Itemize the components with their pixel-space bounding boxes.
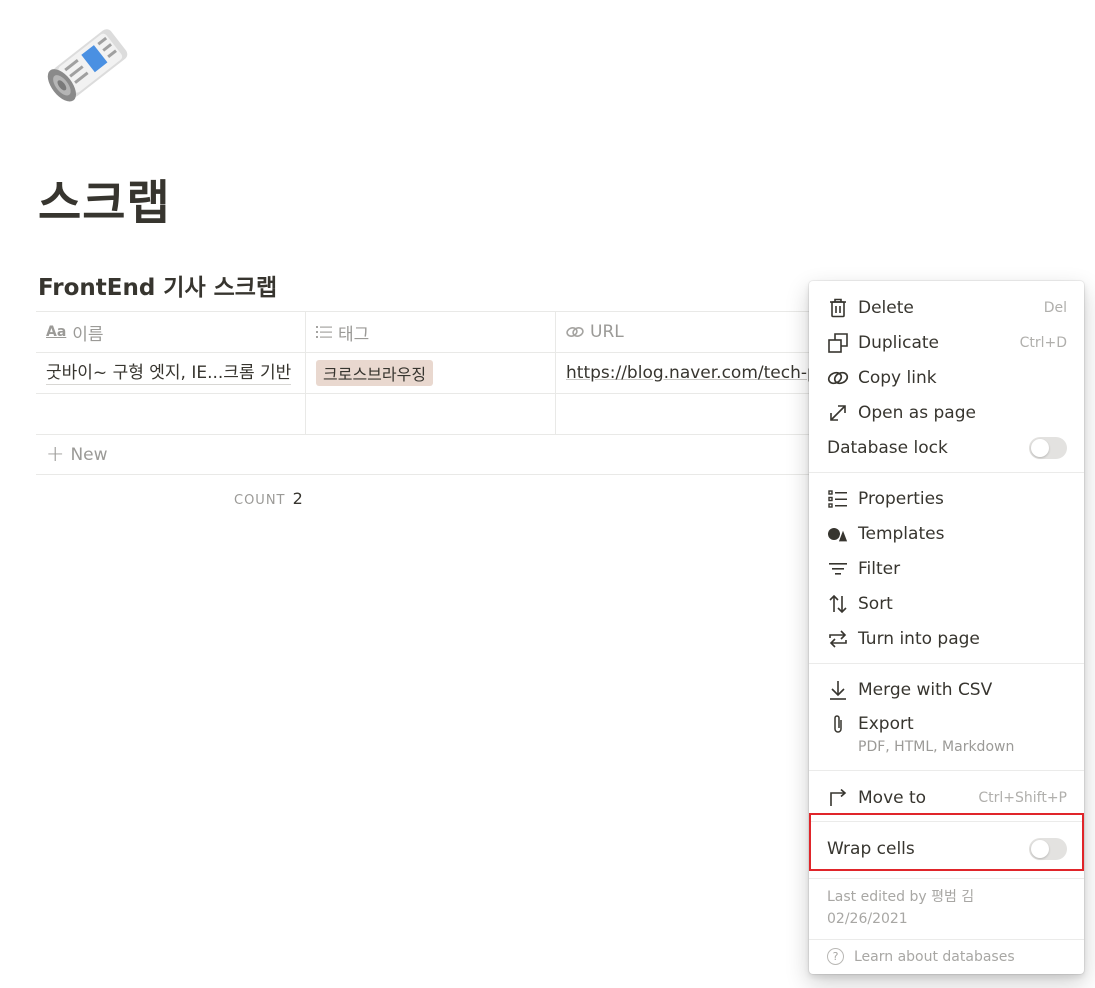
trash-icon <box>827 297 849 319</box>
list-icon <box>316 325 332 339</box>
shortcut-label: Del <box>1043 299 1067 316</box>
menu-divider <box>809 878 1084 879</box>
menu-item-open-as-page[interactable]: Open as page <box>809 395 1084 430</box>
menu-item-copy-link[interactable]: Copy link <box>809 360 1084 395</box>
count-aggregation[interactable]: COUNT 2 <box>234 489 303 508</box>
menu-item-delete[interactable]: Delete Del <box>809 290 1084 325</box>
menu-item-properties[interactable]: Properties <box>809 481 1084 516</box>
new-row-label: New <box>70 444 108 465</box>
menu-item-database-lock[interactable]: Database lock <box>809 430 1084 465</box>
expand-arrow-icon <box>827 402 849 424</box>
menu-item-label: Properties <box>858 488 944 509</box>
link-icon <box>827 367 849 389</box>
row-title[interactable]: 굿바이~ 구형 엣지, IE...크롬 기반 <box>46 362 292 385</box>
menu-item-label: Move to <box>858 787 927 808</box>
table-row[interactable]: 굿바이~ 구형 엣지, IE...크롬 기반 크로스브라우징 https://b… <box>36 353 836 394</box>
menu-item-label: Open as page <box>858 402 976 423</box>
properties-list-icon <box>827 488 849 510</box>
menu-item-export[interactable]: Export <box>809 706 1084 741</box>
tag-cell[interactable]: 크로스브라우징 <box>306 353 556 393</box>
table-row[interactable] <box>36 394 836 435</box>
url-cell[interactable]: https://blog.naver.com/tech-pl <box>556 353 836 393</box>
url-link[interactable]: https://blog.naver.com/tech-pl <box>566 363 823 383</box>
last-edited-date: 02/26/2021 <box>827 911 908 927</box>
column-header-name[interactable]: Aa 이름 <box>36 312 306 352</box>
paperclip-icon <box>827 713 849 735</box>
menu-divider <box>809 770 1084 771</box>
menu-item-label: Merge with CSV <box>858 679 993 700</box>
menu-item-label: Duplicate <box>858 332 939 353</box>
menu-item-label: Templates <box>858 523 945 544</box>
swap-arrows-icon <box>827 628 849 650</box>
menu-item-label: Export <box>858 713 914 734</box>
table-header-row: Aa 이름 태그 URL <box>36 311 836 353</box>
page-title[interactable]: 스크랩 <box>38 164 171 233</box>
learn-label: Learn about databases <box>854 948 1015 965</box>
menu-item-label: Sort <box>858 593 893 614</box>
database-lock-toggle[interactable] <box>1029 436 1067 459</box>
link-icon <box>566 325 584 339</box>
count-value: 2 <box>292 489 303 508</box>
download-icon <box>827 679 849 701</box>
last-edited-by: Last edited by 평범 김 <box>827 889 975 905</box>
count-label: COUNT <box>234 493 286 508</box>
menu-item-label: Filter <box>858 558 901 579</box>
move-arrow-icon <box>827 787 849 809</box>
title-aa-icon: Aa <box>46 324 67 340</box>
column-header-url[interactable]: URL <box>556 312 836 352</box>
name-cell[interactable] <box>36 394 306 434</box>
menu-divider <box>809 663 1084 664</box>
rolled-newspaper-icon[interactable] <box>36 18 140 122</box>
name-cell[interactable]: 굿바이~ 구형 엣지, IE...크롬 기반 <box>36 353 306 393</box>
menu-item-merge-csv[interactable]: Merge with CSV <box>809 672 1084 707</box>
menu-item-label: Turn into page <box>858 628 980 649</box>
database-title[interactable]: FrontEnd 기사 스크랩 <box>38 268 277 302</box>
filter-icon <box>827 558 849 580</box>
menu-divider <box>809 939 1084 940</box>
column-header-label: 태그 <box>338 324 370 345</box>
menu-item-duplicate[interactable]: Duplicate Ctrl+D <box>809 325 1084 360</box>
sort-arrows-icon <box>827 593 849 615</box>
database-table: Aa 이름 태그 URL 굿바이~ 구형 엣지, IE...크롬 기반 크로스브… <box>36 311 836 475</box>
shapes-icon <box>827 523 849 545</box>
menu-item-label: Delete <box>858 297 914 318</box>
highlight-box <box>809 813 1084 871</box>
url-cell[interactable] <box>556 394 836 434</box>
menu-item-filter[interactable]: Filter <box>809 551 1084 586</box>
column-header-label: URL <box>590 322 624 342</box>
menu-item-sort[interactable]: Sort <box>809 586 1084 621</box>
new-row-button[interactable]: + New <box>36 435 836 475</box>
plus-icon: + <box>46 442 65 467</box>
help-icon: ? <box>827 948 844 965</box>
duplicate-icon <box>827 332 849 354</box>
menu-item-label: Database lock <box>827 437 948 458</box>
shortcut-label: Ctrl+D <box>1019 334 1067 351</box>
menu-item-templates[interactable]: Templates <box>809 516 1084 551</box>
menu-divider <box>809 472 1084 473</box>
menu-item-label: Copy link <box>858 367 937 388</box>
shortcut-label: Ctrl+Shift+P <box>978 789 1067 806</box>
menu-item-move-to[interactable]: Move to Ctrl+Shift+P <box>809 780 1084 815</box>
column-header-label: 이름 <box>72 324 104 345</box>
tag-cell[interactable] <box>306 394 556 434</box>
menu-item-turn-into-page[interactable]: Turn into page <box>809 621 1084 656</box>
tag-badge: 크로스브라우징 <box>316 360 434 386</box>
learn-about-databases-link[interactable]: ? Learn about databases <box>827 948 1015 965</box>
export-formats-hint: PDF, HTML, Markdown <box>858 739 1015 755</box>
column-header-tag[interactable]: 태그 <box>306 312 556 352</box>
database-options-menu: Delete Del Duplicate Ctrl+D Copy link Op… <box>809 281 1084 974</box>
